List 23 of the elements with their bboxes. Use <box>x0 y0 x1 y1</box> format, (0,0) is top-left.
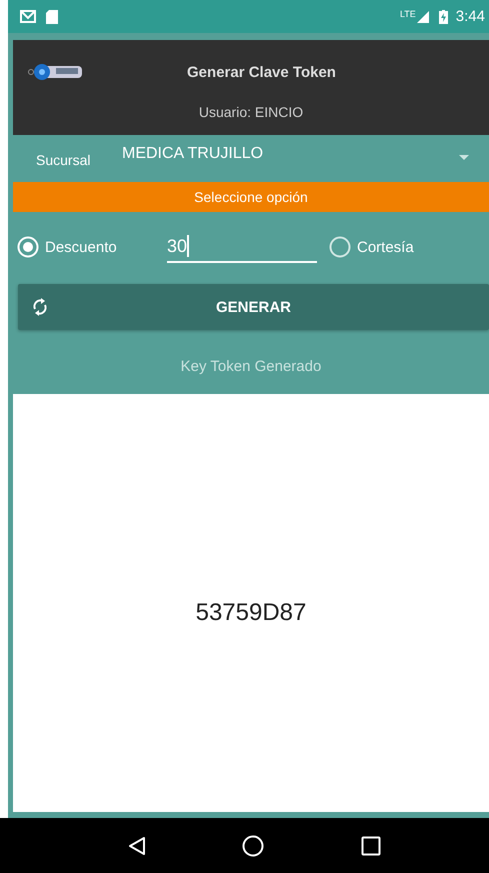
signal-icon <box>416 10 429 22</box>
battery-icon <box>438 10 448 24</box>
amount-input-field[interactable]: 30 <box>167 231 317 263</box>
token-value: 53759D87 <box>196 599 306 627</box>
radio-option[interactable]: Descuento <box>17 236 167 258</box>
generate-button[interactable]: GENERAR <box>18 284 489 330</box>
dropdown-arrow-icon <box>459 154 469 160</box>
sd-card-icon <box>46 10 58 24</box>
home-icon[interactable] <box>242 834 264 856</box>
mail-icon <box>20 10 36 23</box>
screen-title: Generar Clave Token <box>186 64 337 80</box>
back-icon[interactable] <box>128 836 146 856</box>
usb-token-icon <box>28 63 84 81</box>
radio-option[interactable]: Cortesía <box>329 236 414 258</box>
instruction-banner: Seleccione opción <box>13 182 489 212</box>
network-label: LTE <box>400 9 416 19</box>
refresh-icon <box>32 298 48 316</box>
branch-label: Sucursal <box>36 151 92 168</box>
user-label: Usuario: EINCIO <box>198 104 304 120</box>
branch-dropdown[interactable]: MEDICA TRUJILLO <box>122 135 489 179</box>
status-time: 3:44 <box>456 8 485 25</box>
result-label: Key Token Generado <box>180 358 322 374</box>
recents-icon[interactable] <box>360 836 381 856</box>
